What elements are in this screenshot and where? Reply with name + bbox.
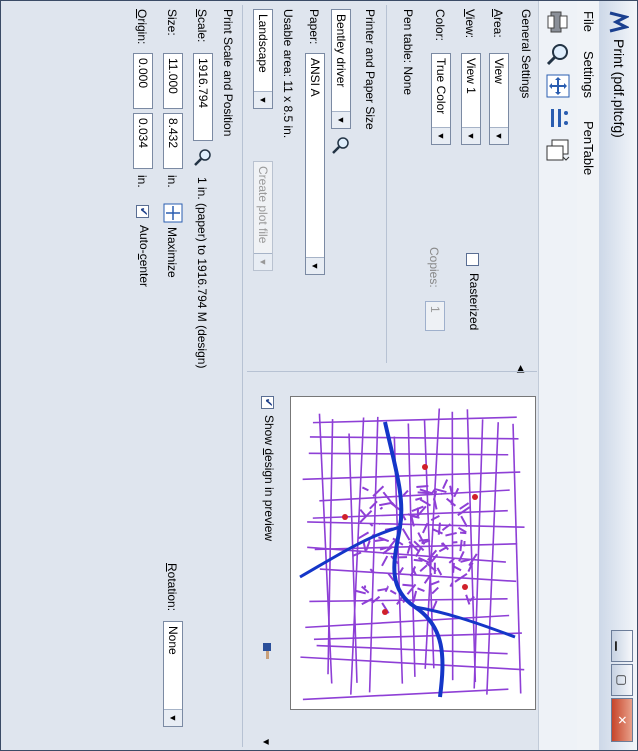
chevron-down-icon: ▼ — [332, 111, 350, 128]
map-preview-image — [299, 408, 525, 701]
pen-table-label: Pen table: None — [401, 9, 415, 96]
microstation-app-icon — [609, 11, 629, 33]
auto-center-label: Auto-center — [137, 225, 151, 288]
printer-paper-title: Printer and Paper Size — [363, 9, 377, 130]
window-controls: ▁ ▢ ✕ — [611, 628, 633, 742]
rasterized-checkbox[interactable] — [466, 253, 479, 266]
menu-file[interactable]: File — [581, 11, 596, 32]
menu-bar: File Settings PenTable — [576, 1, 599, 750]
view-select[interactable]: View 1 ▼ — [461, 53, 481, 145]
copies-value: 1 — [428, 306, 442, 313]
usable-area-label: Usable area: 11 x 8.5 in. — [281, 9, 295, 139]
copies-input[interactable]: 1 — [425, 301, 445, 331]
print-dialog-window: Print (pdf.pltcfg) ▁ ▢ ✕ File Settings P… — [0, 0, 638, 751]
color-select[interactable]: True Color ▼ — [431, 53, 451, 145]
create-plot-file-value: Create plot file — [256, 166, 270, 244]
chevron-down-icon: ▼ — [164, 709, 182, 726]
color-select-value: True Color — [434, 58, 448, 115]
printer-search-icon[interactable] — [331, 135, 351, 155]
origin-y-input[interactable]: 0.034 — [133, 113, 153, 169]
printer-icon[interactable] — [545, 9, 571, 35]
size-width-value: 11.000 — [166, 58, 180, 94]
rasterized-label: Rasterized — [467, 273, 481, 331]
show-design-checkbox[interactable]: ✔ — [261, 396, 274, 409]
section-divider — [386, 5, 387, 363]
area-select-value: View — [492, 58, 506, 84]
fit-view-icon[interactable] — [545, 73, 571, 99]
close-icon: ✕ — [615, 714, 629, 726]
color-label: Color: — [433, 9, 447, 42]
rotation-select[interactable]: None ▼ — [163, 621, 183, 727]
area-select[interactable]: View ▼ — [489, 53, 509, 145]
scale-section-divider — [242, 5, 243, 747]
menu-pentable[interactable]: PenTable — [581, 121, 596, 175]
view-select-value: View 1 — [464, 58, 478, 94]
paper-label: Paper: — [307, 9, 321, 45]
show-design-label: Show design in preview — [262, 415, 276, 542]
size-height-value: 8.432 — [166, 118, 180, 149]
menu-settings[interactable]: Settings — [581, 51, 596, 98]
rotation-value: None — [166, 626, 180, 655]
copies-label: Copies: — [427, 247, 441, 288]
scale-value: 1916.794 — [196, 58, 210, 109]
maximize-label: Maximize — [165, 227, 179, 278]
paint-brush-icon[interactable] — [257, 641, 277, 661]
maximize-icon[interactable] — [163, 203, 183, 223]
title-bar: Print (pdf.pltcfg) ▁ ▢ ✕ — [598, 1, 637, 750]
origin-unit: in. — [135, 175, 149, 188]
scale-input[interactable]: 1916.794 — [193, 53, 213, 141]
minimize-button[interactable]: ▁ — [611, 630, 633, 662]
origin-label: Origin: — [135, 9, 149, 45]
size-label: Size: — [165, 9, 179, 36]
chevron-down-icon: ▼ — [462, 127, 480, 144]
size-unit: in. — [165, 175, 179, 188]
size-width-input[interactable]: 11.000 — [163, 53, 183, 109]
orientation-value: Landscape — [256, 14, 270, 73]
area-label: Area: — [491, 9, 505, 38]
scale-label: Scale: — [195, 9, 209, 43]
chevron-down-icon: ▼ — [432, 127, 450, 144]
general-settings-title: General Settings — [519, 9, 533, 99]
chevron-down-icon: ▼ — [254, 253, 272, 270]
size-height-input[interactable]: 8.432 — [163, 113, 183, 169]
properties-icon[interactable] — [545, 105, 571, 131]
minimize-icon: ▁ — [615, 641, 629, 651]
auto-center-checkbox[interactable]: ✔ — [136, 205, 149, 218]
preview-zoom-icon[interactable] — [545, 41, 571, 67]
origin-y-value: 0.034 — [136, 118, 150, 149]
expand-arrow-icon[interactable]: ▼ — [260, 737, 271, 747]
chevron-down-icon: ▼ — [254, 91, 272, 108]
origin-x-input[interactable]: 0.000 — [133, 53, 153, 109]
printer-driver-select[interactable]: Bentley driver ▼ — [331, 9, 351, 129]
scale-search-icon[interactable] — [193, 147, 213, 167]
printer-driver-value: Bentley driver — [334, 14, 348, 88]
orientation-select[interactable]: Landscape ▼ — [253, 9, 273, 109]
chevron-down-icon: ▼ — [306, 257, 324, 274]
create-plot-file-select[interactable]: Create plot file ▼ — [253, 161, 273, 271]
window-title: Print (pdf.pltcfg) — [611, 39, 627, 138]
plot-preview — [290, 396, 536, 710]
toolbar — [538, 1, 577, 750]
maximize-icon: ▢ — [615, 674, 629, 686]
scale-description: 1 in. (paper) to 1916.794 M (design) — [195, 177, 209, 369]
paper-select[interactable]: ANSI A ▼ — [305, 53, 325, 275]
rotation-label: Rotation: — [165, 563, 179, 612]
paper-select-value: ANSI A — [308, 58, 322, 97]
chevron-down-icon: ▼ — [490, 127, 508, 144]
maximize-button[interactable]: ▢ — [611, 664, 633, 696]
view-label: View: — [463, 9, 477, 39]
screenshot-stage: Print (pdf.pltcfg) ▁ ▢ ✕ File Settings P… — [0, 0, 638, 751]
scale-position-title: Print Scale and Position — [221, 9, 235, 137]
layout-icon[interactable] — [545, 137, 571, 163]
origin-x-value: 0.000 — [136, 58, 150, 89]
vertical-divider — [247, 371, 537, 372]
close-button[interactable]: ✕ — [611, 698, 633, 742]
